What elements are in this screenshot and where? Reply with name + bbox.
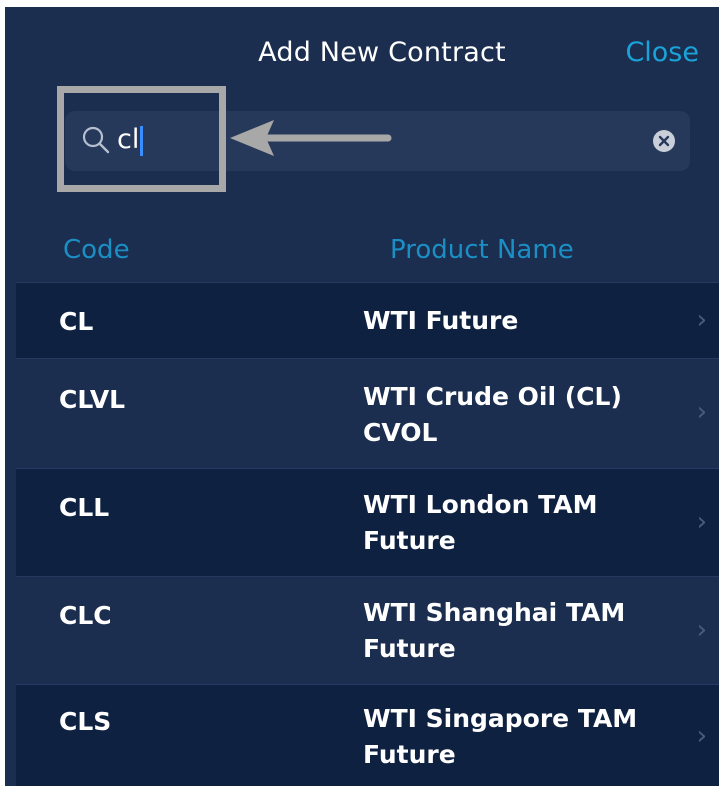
list-item[interactable]: CLS WTI Singapore TAM Future › [16, 684, 719, 786]
contract-name: WTI Crude Oil (CL) CVOL [363, 382, 622, 447]
contract-code: CLS [59, 707, 112, 736]
highlight-box [57, 86, 226, 192]
pointer-arrow-icon [230, 120, 392, 156]
chevron-right-icon: › [696, 305, 707, 335]
chevron-right-icon: › [696, 721, 707, 751]
contract-name: WTI London TAM Future [363, 490, 598, 555]
contract-name: WTI Singapore TAM Future [363, 704, 638, 769]
page-title: Add New Contract [258, 37, 506, 68]
contract-code: CLC [59, 601, 112, 630]
contract-name: WTI Future [363, 306, 519, 335]
contract-list: CL WTI Future › CLVL WTI Crude Oil (CL) … [16, 282, 719, 786]
column-header-product-name: Product Name [390, 235, 574, 265]
list-item[interactable]: CLL WTI London TAM Future › [16, 468, 719, 576]
list-item[interactable]: CLVL WTI Crude Oil (CL) CVOL › [16, 358, 719, 468]
contract-code: CLL [59, 493, 110, 522]
chevron-right-icon: › [696, 397, 707, 427]
contract-code: CL [59, 307, 94, 336]
clear-icon[interactable] [652, 129, 676, 153]
list-item[interactable]: CLC WTI Shanghai TAM Future › [16, 576, 719, 684]
chevron-right-icon: › [696, 507, 707, 537]
contract-code: CLVL [59, 385, 126, 414]
list-item[interactable]: CL WTI Future › [16, 282, 719, 358]
chevron-right-icon: › [696, 615, 707, 645]
contract-name: WTI Shanghai TAM Future [363, 598, 626, 663]
column-header-code: Code [63, 235, 130, 265]
close-button[interactable]: Close [625, 37, 699, 68]
